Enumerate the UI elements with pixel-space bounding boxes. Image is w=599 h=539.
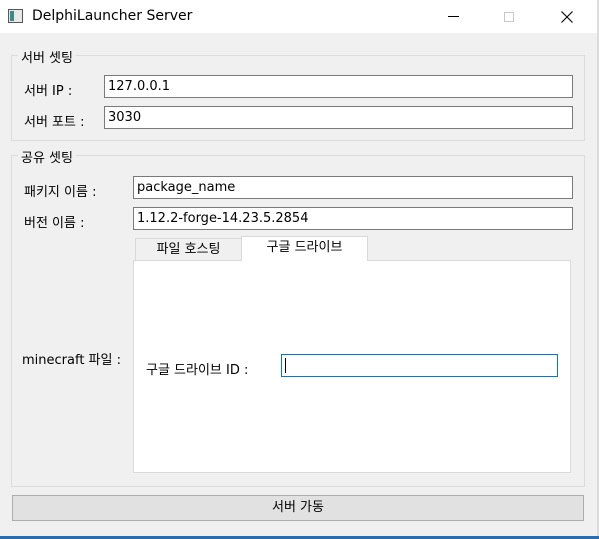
close-button[interactable] xyxy=(544,0,590,33)
text-caret xyxy=(285,358,286,373)
server-ip-input[interactable]: 127.0.0.1 xyxy=(104,75,573,98)
minecraft-file-label: minecraft 파일 : xyxy=(22,353,121,368)
server-ip-label: 서버 IP : xyxy=(24,84,73,99)
version-name-input[interactable]: 1.12.2-forge-14.23.5.2854 xyxy=(133,207,573,230)
package-name-label: 패키지 이름 : xyxy=(24,185,97,200)
version-name-label: 버전 이름 : xyxy=(24,216,85,231)
package-name-input[interactable]: package_name xyxy=(133,176,573,199)
title-bar: DelphiLauncher Server xyxy=(0,0,599,33)
window-title: DelphiLauncher Server xyxy=(32,8,193,24)
maximize-button[interactable] xyxy=(486,0,532,33)
tab-file-hosting[interactable]: 파일 호스팅 xyxy=(135,238,242,261)
server-port-label: 서버 포트 : xyxy=(24,115,85,130)
tab-google-drive[interactable]: 구글 드라이브 xyxy=(241,236,368,261)
share-settings-title: 공유 셋팅 xyxy=(18,147,76,166)
start-server-button[interactable]: 서버 가동 xyxy=(12,495,584,521)
server-port-input[interactable]: 3030 xyxy=(104,106,573,129)
google-drive-id-input[interactable] xyxy=(281,354,558,377)
minimize-icon xyxy=(447,16,459,17)
close-icon xyxy=(561,10,573,23)
minimize-button[interactable] xyxy=(430,0,476,33)
maximize-icon xyxy=(504,11,514,22)
server-settings-title: 서버 셋팅 xyxy=(18,47,76,66)
google-drive-id-label: 구글 드라이브 ID : xyxy=(146,363,249,378)
app-window-icon xyxy=(8,9,23,23)
